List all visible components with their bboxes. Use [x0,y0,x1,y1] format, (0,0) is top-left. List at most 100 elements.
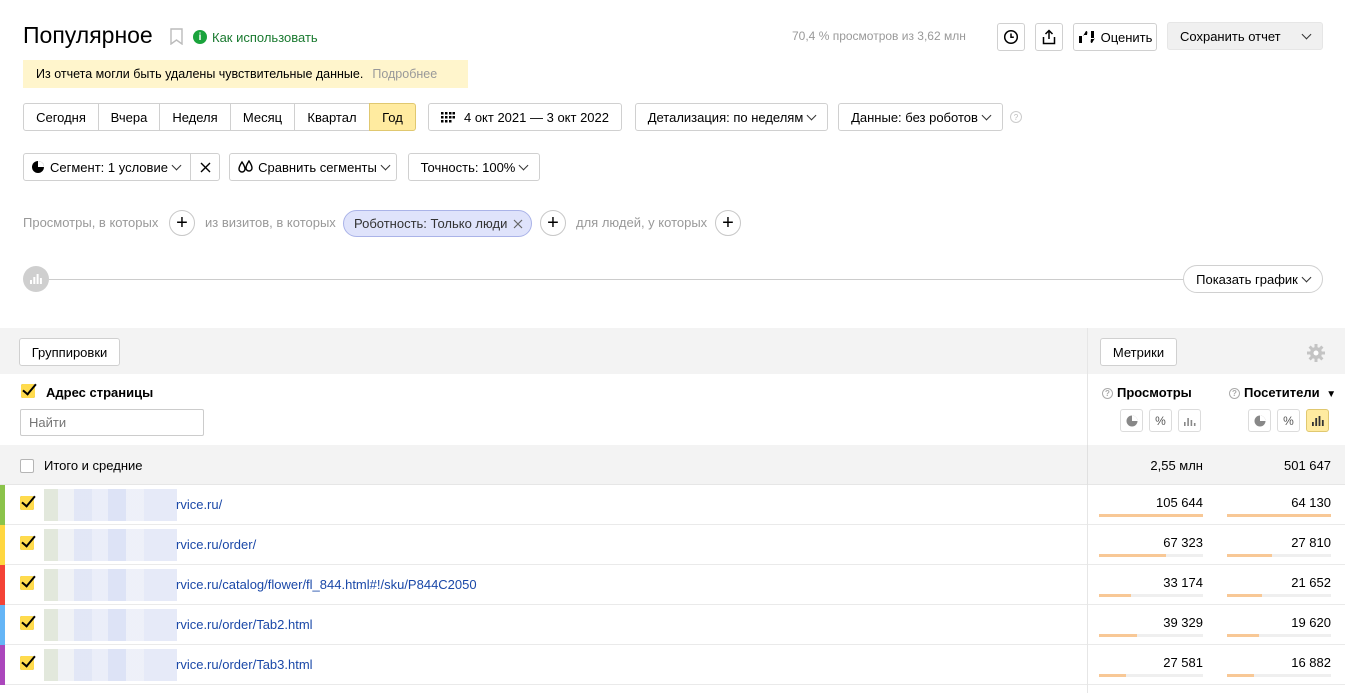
rate-label: Оценить [1100,29,1153,45]
series-color-stripe [0,605,5,645]
show-chart-button[interactable]: Показать график [1183,265,1323,293]
close-icon[interactable] [513,219,523,229]
column-divider [1087,525,1088,565]
row-visitors: 19 620 [1291,615,1331,630]
redacted-url-prefix [44,529,177,561]
chevron-down-icon [1301,272,1312,282]
people-condition-label: для людей, у которых [576,215,708,230]
totals-checkbox[interactable] [20,459,34,473]
close-icon [200,162,210,172]
groupings-label: Группировки [31,344,108,360]
period-quarter[interactable]: Квартал [294,103,370,131]
row-visitors: 16 882 [1291,655,1331,670]
compare-segments-label: Сравнить сегменты [258,159,377,175]
bar-chart-icon [1183,417,1195,426]
rate-button[interactable]: Оценить [1073,23,1157,51]
row-visitors: 27 810 [1291,535,1331,550]
row-checkbox[interactable] [20,656,34,670]
drops-icon [238,160,253,173]
table-row[interactable]: rvice.ru/ 105 644 64 130 [0,485,1345,525]
question-icon[interactable]: ? [1010,111,1022,123]
help-info-icon: i [193,30,207,44]
notice-text: Из отчета могли быть удалены чувствитель… [36,67,364,81]
visitors-bar [1227,594,1262,597]
row-checkbox[interactable] [20,496,34,510]
robotness-chip[interactable]: Роботность: Только люди [343,210,532,237]
period-today[interactable]: Сегодня [23,103,99,131]
row-visitors: 64 130 [1291,495,1331,510]
table-row[interactable]: rvice.ru/order/Tab2.html 39 329 19 620 [0,605,1345,645]
views-percent-toggle[interactable]: % [1149,409,1172,432]
views-bar-toggle[interactable] [1178,409,1201,432]
add-visits-condition-button[interactable]: + [540,210,566,236]
sort-desc-indicator[interactable]: ▼ [1326,389,1336,400]
page-url-link[interactable]: rvice.ru/ [176,497,222,512]
page-url-link[interactable]: rvice.ru/order/Tab3.html [176,657,313,672]
page-url-link[interactable]: rvice.ru/order/ [176,537,256,552]
row-checkbox[interactable] [20,536,34,550]
views-bar [1099,674,1126,677]
views-pie-toggle[interactable] [1120,409,1143,432]
compare-segments-dropdown[interactable]: Сравнить сегменты [229,153,397,181]
data-filter-dropdown[interactable]: Данные: без роботов [838,103,1003,131]
data-filter-label: Данные: без роботов [851,109,978,125]
visits-condition-label: из визитов, в которых [205,215,336,230]
share-icon [1042,29,1056,45]
detail-label: Детализация: по неделям [647,109,804,125]
pie-chart-icon [1254,415,1265,426]
add-views-condition-button[interactable]: + [169,210,195,236]
chevron-down-icon [1301,29,1312,39]
question-icon[interactable]: ? [1102,388,1113,400]
page-url-link[interactable]: rvice.ru/order/Tab2.html [176,617,313,632]
table-row[interactable]: rvice.ru/catalog/flower/fl_844.html#!/sk… [0,565,1345,605]
export-button[interactable] [1035,23,1063,51]
save-report-button[interactable]: Сохранить отчет [1167,22,1323,50]
search-input[interactable] [20,409,204,436]
period-month[interactable]: Месяц [230,103,295,131]
row-checkbox[interactable] [20,616,34,630]
row-checkbox[interactable] [20,576,34,590]
history-button[interactable] [997,23,1025,51]
series-color-stripe [0,645,5,685]
table-row[interactable]: rvice.ru/order/ 67 323 27 810 [0,525,1345,565]
series-color-stripe [0,565,5,605]
settings-gear-icon[interactable] [1307,344,1325,365]
dimension-checkbox[interactable] [21,384,35,398]
period-selector: Сегодня Вчера Неделя Месяц Квартал Год [23,103,416,131]
detail-dropdown[interactable]: Детализация: по неделям [635,103,828,131]
table-row[interactable]: rvice.ru/order/Tab3.html 27 581 16 882 [0,645,1345,685]
views-condition-label: Просмотры, в которых [23,215,159,230]
views-bar [1099,554,1166,557]
accuracy-dropdown[interactable]: Точность: 100% [408,153,540,181]
period-week[interactable]: Неделя [159,103,231,131]
calendar-icon [440,111,455,122]
views-bar [1099,634,1137,637]
date-range-button[interactable]: 4 окт 2021 — 3 окт 2022 [428,103,622,131]
notice-more-link[interactable]: Подробнее [372,67,437,81]
period-year[interactable]: Год [369,103,416,131]
views-bar [1099,514,1203,517]
visitors-pie-toggle[interactable] [1248,409,1271,432]
chart-toggle-icon[interactable] [23,266,49,292]
views-bar [1099,594,1131,597]
bookmark-icon[interactable] [170,28,183,48]
how-to-use-link[interactable]: Как использовать [212,30,318,45]
page-url-link[interactable]: rvice.ru/catalog/flower/fl_844.html#!/sk… [176,577,477,592]
chevron-down-icon [518,160,529,170]
redacted-url-prefix [44,489,177,521]
segment-clear-button[interactable] [190,153,220,181]
visitors-percent-toggle[interactable]: % [1277,409,1300,432]
col-views-label: Просмотры [1117,385,1192,400]
question-icon[interactable]: ? [1229,388,1240,400]
col-views-header[interactable]: ? Просмотры [1102,385,1192,400]
segment-dropdown[interactable]: Сегмент: 1 условие [23,153,191,181]
col-visitors-header[interactable]: ? Посетители ▼ [1229,385,1336,400]
visitors-bar-toggle[interactable] [1306,409,1329,432]
period-yesterday[interactable]: Вчера [98,103,160,131]
metrics-button[interactable]: Метрики [1100,338,1177,366]
segment-label: Сегмент: 1 условие [50,159,168,175]
add-people-condition-button[interactable]: + [715,210,741,236]
groupings-button[interactable]: Группировки [19,338,120,366]
robotness-chip-label: Роботность: Только люди [354,216,508,231]
percent-icon: % [1283,413,1294,428]
